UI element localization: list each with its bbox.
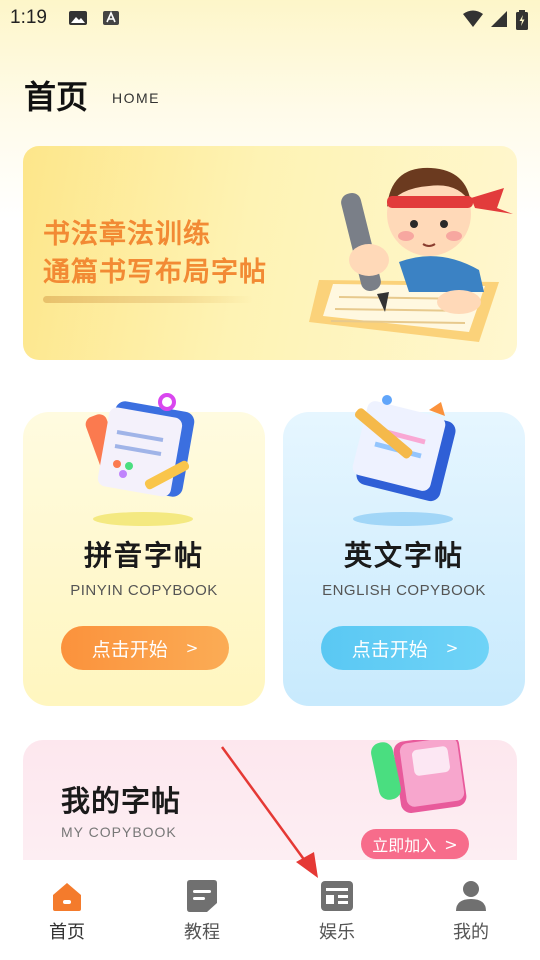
page-title: 首页: [24, 78, 89, 116]
pinyin-copybook-card[interactable]: 拼音字帖 PINYIN COPYBOOK 点击开始 >: [23, 393, 265, 706]
page-subtitle: HOME: [112, 90, 160, 106]
chevron-right-icon: >: [444, 834, 458, 854]
wifi-icon: [463, 10, 483, 27]
nav-profile[interactable]: 我的: [426, 878, 516, 944]
nav-entertainment-label: 娱乐: [319, 922, 355, 943]
english-card-subtitle: ENGLISH COPYBOOK: [322, 582, 486, 599]
card-shadow: [93, 512, 193, 526]
status-time: 1:19: [10, 7, 47, 28]
english-start-label: 点击开始: [351, 638, 428, 661]
join-now-button[interactable]: 立即加入 >: [361, 829, 469, 859]
nav-home-label: 首页: [49, 922, 85, 943]
my-copybook-subtitle: MY COPYBOOK: [61, 824, 177, 840]
card-shadow: [353, 512, 453, 526]
book-pencil-icon: [352, 395, 456, 502]
pinyin-card-title: 拼音字帖: [83, 539, 204, 572]
nav-profile-label: 我的: [453, 922, 489, 943]
english-card-title: 英文字帖: [343, 539, 464, 572]
font-icon: [103, 11, 119, 25]
calligraphy-banner[interactable]: 书法章法训练 通篇书写布局字帖: [23, 146, 517, 360]
battery-icon: [516, 10, 528, 30]
pinyin-card-subtitle: PINYIN COPYBOOK: [70, 582, 218, 599]
bottom-nav: 首页 教程 娱乐 我的: [0, 862, 540, 960]
join-now-label: 立即加入: [372, 836, 437, 855]
banner-decor-bar: [43, 296, 253, 303]
image-icon: [69, 11, 87, 25]
nav-entertainment[interactable]: 娱乐: [292, 878, 382, 944]
profile-icon: [456, 881, 486, 911]
notebook-icon: [85, 393, 195, 497]
status-bar: 1:19: [0, 0, 540, 36]
signal-icon: [491, 11, 507, 27]
my-copybook-title: 我的字帖: [61, 784, 182, 818]
english-start-button[interactable]: 点击开始 >: [321, 626, 489, 670]
nav-tutorial-label: 教程: [184, 922, 220, 943]
english-copybook-card[interactable]: 英文字帖 ENGLISH COPYBOOK 点击开始 >: [283, 395, 525, 706]
my-copybook-card[interactable]: 我的字帖 MY COPYBOOK 立即加入 >: [23, 740, 517, 860]
pinyin-start-button[interactable]: 点击开始 >: [61, 626, 229, 670]
chevron-right-icon: >: [185, 639, 199, 657]
pink-book-icon: [371, 740, 467, 813]
nav-tutorial[interactable]: 教程: [157, 878, 247, 944]
banner-line-1: 书法章法训练: [43, 219, 211, 250]
nav-home[interactable]: 首页: [22, 878, 112, 944]
home-icon: [53, 883, 81, 911]
banner-line-2: 通篇书写布局字帖: [43, 257, 267, 288]
chevron-right-icon: >: [445, 639, 459, 657]
pinyin-start-label: 点击开始: [91, 638, 168, 661]
writing-boy-illustration: [309, 167, 513, 342]
tutorial-icon: [187, 880, 217, 912]
entertainment-icon: [321, 881, 353, 911]
